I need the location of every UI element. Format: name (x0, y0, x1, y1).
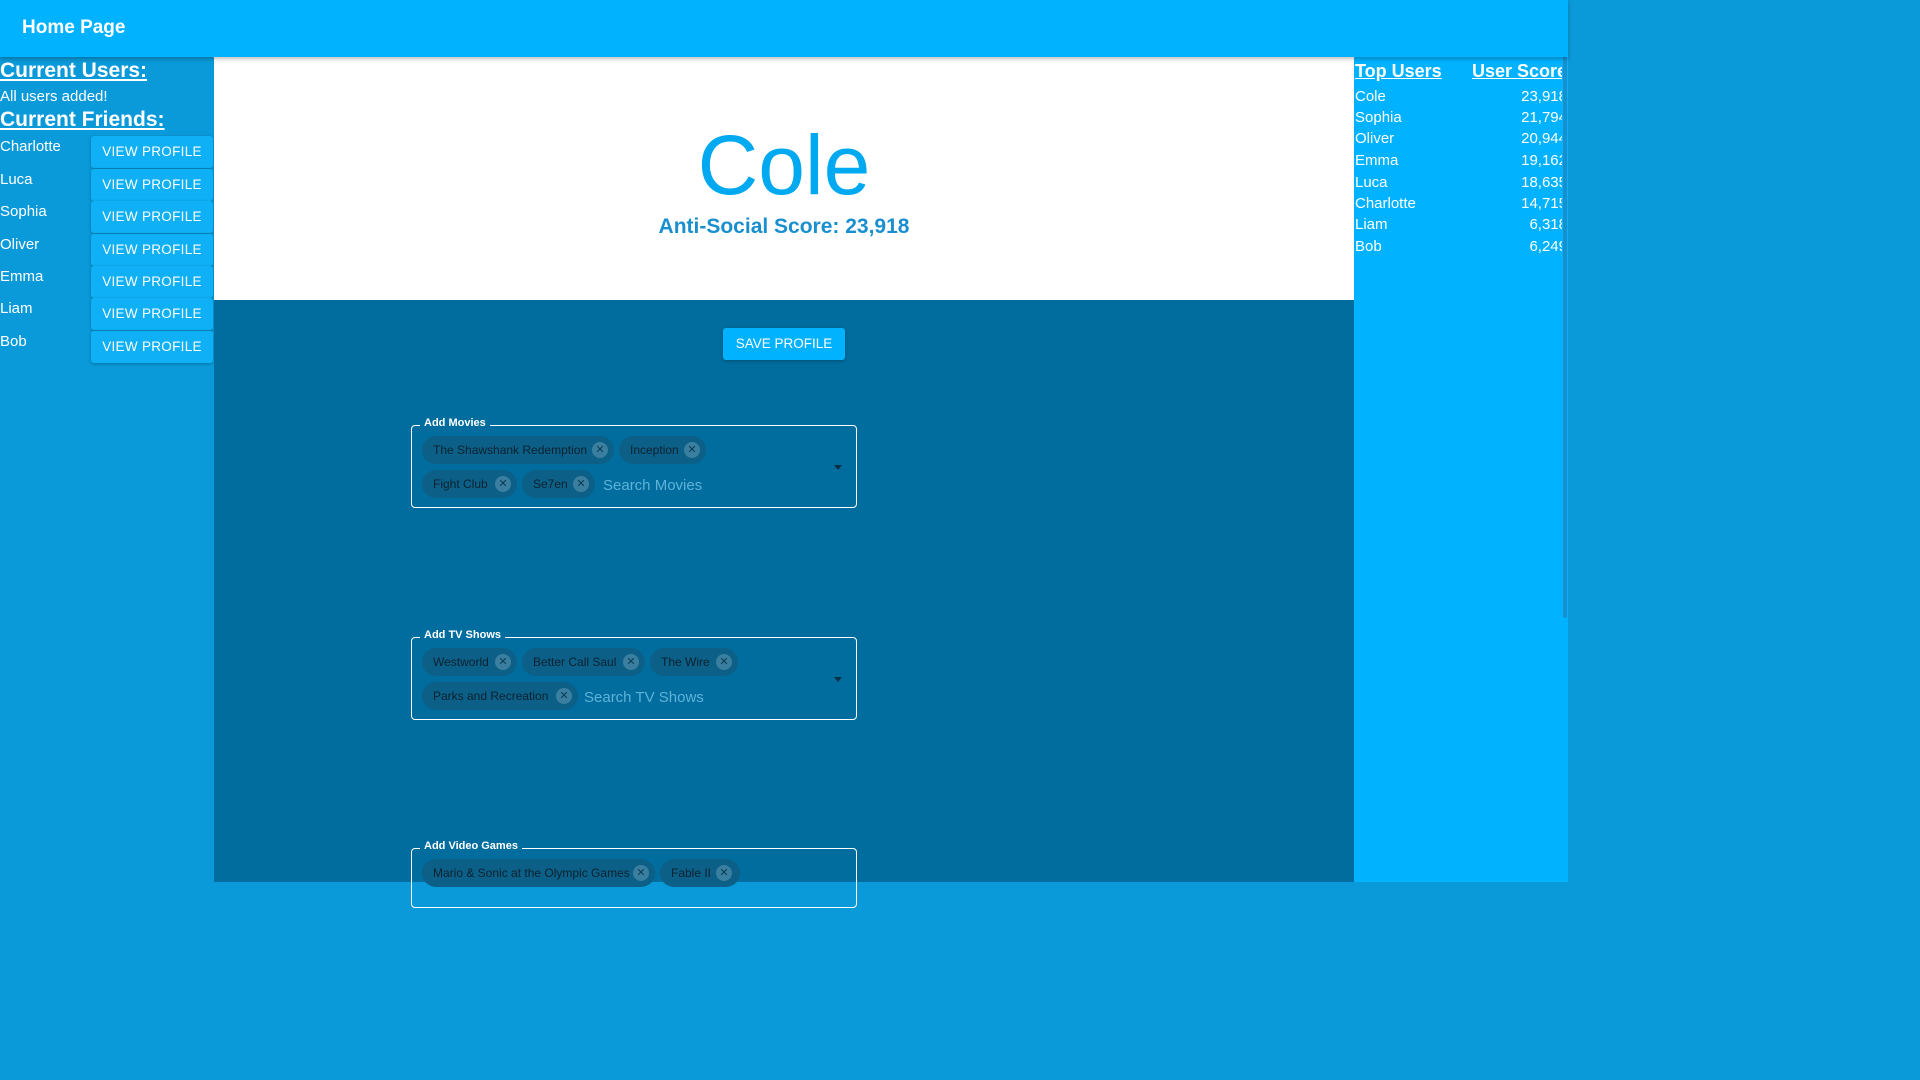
game-chip: Fable II ✕ (660, 859, 740, 887)
remove-chip-icon[interactable]: ✕ (573, 476, 589, 492)
leaderboard-row: Liam 6,318 (1355, 216, 1567, 236)
friend-row: Oliver VIEW PROFILE (0, 234, 214, 266)
friend-row: Luca VIEW PROFILE (0, 169, 214, 201)
leaderboard-score: 21,794 (1521, 109, 1567, 126)
view-profile-button[interactable]: VIEW PROFILE (91, 234, 213, 266)
profile-name: Cole (697, 118, 871, 212)
movie-chip: Inception ✕ (619, 436, 706, 464)
leaderboard-row: Oliver 20,944 (1355, 130, 1567, 150)
leaderboard-row: Cole 23,918 (1355, 88, 1567, 108)
remove-chip-icon[interactable]: ✕ (716, 654, 732, 670)
left-sidebar: Current Users: All users added! Current … (0, 57, 214, 882)
friend-name: Sophia (0, 203, 47, 220)
leaderboard-score: 20,944 (1521, 130, 1567, 147)
add-video-games-label: Add Video Games (420, 840, 522, 852)
leaderboard-user: Emma (1355, 152, 1399, 169)
add-movies-field[interactable]: Add Movies The Shawshank Redemption ✕ In… (411, 417, 857, 508)
remove-chip-icon[interactable]: ✕ (716, 865, 732, 881)
leaderboard-score: 18,635 (1521, 174, 1567, 191)
chip-label: The Wire (661, 655, 710, 669)
friend-name: Charlotte (0, 138, 61, 155)
app-bar: Home Page (0, 0, 1568, 57)
scrollbar-thumb[interactable] (1563, 4, 1567, 618)
add-video-games-field[interactable]: Add Video Games Mario & Sonic at the Oly… (411, 840, 857, 908)
leaderboard-user: Charlotte (1355, 195, 1416, 212)
chip-label: Westworld (433, 655, 489, 669)
leaderboard-row: Sophia 21,794 (1355, 109, 1567, 129)
remove-chip-icon[interactable]: ✕ (684, 442, 700, 458)
tv-chip: Better Call Saul ✕ (522, 648, 645, 676)
friend-row: Emma VIEW PROFILE (0, 266, 214, 298)
leaderboard-user: Luca (1355, 174, 1388, 191)
remove-chip-icon[interactable]: ✕ (633, 865, 649, 881)
friend-name: Bob (0, 333, 27, 350)
friend-name: Emma (0, 268, 44, 285)
top-users-heading: Top Users (1355, 61, 1442, 81)
leaderboard-row: Bob 6,249 (1355, 238, 1567, 258)
remove-chip-icon[interactable]: ✕ (495, 654, 511, 670)
chip-label: Se7en (533, 477, 568, 491)
leaderboard-user: Cole (1355, 88, 1386, 105)
remove-chip-icon[interactable]: ✕ (592, 442, 608, 458)
friend-row: Charlotte VIEW PROFILE (0, 136, 214, 168)
leaderboard-row: Charlotte 14,715 (1355, 195, 1567, 215)
search-tv-shows-input[interactable] (584, 687, 764, 707)
add-movies-label: Add Movies (420, 417, 490, 429)
dropdown-arrow-icon[interactable] (834, 677, 842, 682)
tv-chip: Parks and Recreation ✕ (422, 682, 578, 710)
home-page-link[interactable]: Home Page (22, 17, 125, 39)
view-profile-button[interactable]: VIEW PROFILE (91, 136, 213, 168)
leaderboard-user: Oliver (1355, 130, 1395, 147)
current-friends-heading: Current Friends: (0, 108, 165, 131)
view-profile-button[interactable]: VIEW PROFILE (91, 266, 213, 298)
friend-name: Oliver (0, 236, 40, 253)
friend-row: Sophia VIEW PROFILE (0, 201, 214, 233)
remove-chip-icon[interactable]: ✕ (556, 688, 572, 704)
remove-chip-icon[interactable]: ✕ (495, 476, 511, 492)
chip-label: The Shawshank Redemption (433, 443, 588, 457)
save-profile-button[interactable]: SAVE PROFILE (723, 328, 845, 360)
remove-chip-icon[interactable]: ✕ (623, 654, 639, 670)
friend-row: Liam VIEW PROFILE (0, 298, 214, 330)
view-profile-button[interactable]: VIEW PROFILE (91, 298, 213, 330)
leaderboard-row: Luca 18,635 (1355, 174, 1567, 194)
friend-name: Liam (0, 300, 33, 317)
leaderboard-user: Bob (1355, 238, 1382, 255)
chip-label: Fable II (671, 866, 712, 880)
friend-name: Luca (0, 171, 33, 188)
profile-header: Cole Anti-Social Score: 23,918 (214, 57, 1354, 300)
leaderboard-score: 19,162 (1521, 152, 1567, 169)
leaderboard-user: Liam (1355, 216, 1388, 233)
tv-chip: The Wire ✕ (650, 648, 738, 676)
friend-row: Bob VIEW PROFILE (0, 331, 214, 363)
view-profile-button[interactable]: VIEW PROFILE (91, 201, 213, 233)
anti-social-score: Anti-Social Score: 23,918 (658, 215, 910, 238)
movie-chip: The Shawshank Redemption ✕ (422, 436, 614, 464)
profile-editor: SAVE PROFILE Add Movies The Shawshank Re… (214, 300, 1354, 908)
leaderboard-row: Emma 19,162 (1355, 152, 1567, 172)
chip-label: Better Call Saul (533, 655, 617, 669)
chip-label: Inception (630, 443, 679, 457)
chip-label: Mario & Sonic at the Olympic Games (433, 866, 630, 880)
dropdown-arrow-icon[interactable] (834, 465, 842, 470)
user-score-heading: User Score (1472, 61, 1568, 81)
view-profile-button[interactable]: VIEW PROFILE (91, 169, 213, 201)
users-status-text: All users added! (0, 88, 108, 105)
tv-chip: Westworld ✕ (422, 648, 517, 676)
search-movies-input[interactable] (603, 475, 783, 495)
leaderboard-score: 14,715 (1521, 195, 1567, 212)
add-tv-shows-field[interactable]: Add TV Shows Westworld ✕ Better Call Sau… (411, 629, 857, 720)
add-tv-shows-label: Add TV Shows (420, 629, 505, 641)
leaderboard-panel: Top Users User Score Cole 23,918 Sophia … (1354, 57, 1568, 882)
movie-chip: Se7en ✕ (522, 470, 595, 498)
view-profile-button[interactable]: VIEW PROFILE (91, 331, 213, 363)
leaderboard-user: Sophia (1355, 109, 1402, 126)
movie-chip: Fight Club ✕ (422, 470, 517, 498)
current-users-heading: Current Users: (0, 59, 148, 82)
chip-label: Fight Club (433, 477, 488, 491)
leaderboard-score: 23,918 (1521, 88, 1567, 105)
chip-label: Parks and Recreation (433, 689, 549, 703)
game-chip: Mario & Sonic at the Olympic Games ✕ (422, 859, 655, 887)
